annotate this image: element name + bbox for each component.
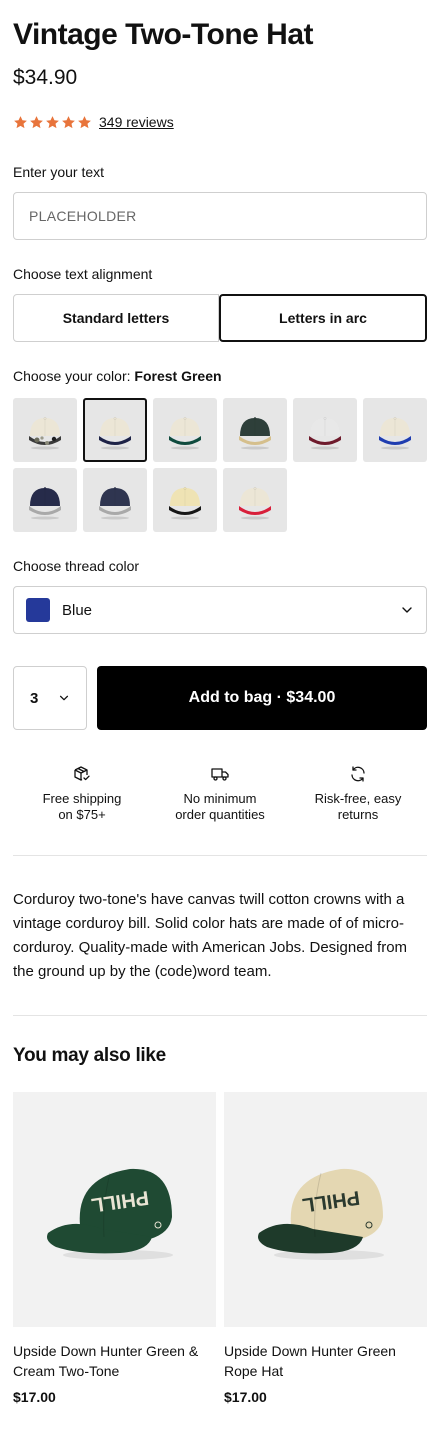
- product-price: $34.90: [13, 66, 78, 89]
- hat-icon: [239, 487, 271, 520]
- divider: [13, 855, 427, 856]
- color-swatch[interactable]: [83, 468, 147, 532]
- hat-icon: [169, 417, 201, 450]
- related-product-price: $17.00: [224, 1389, 267, 1405]
- product-title: Vintage Two-Tone Hat: [13, 18, 314, 51]
- related-product-name[interactable]: Upside Down Hunter Green Rope Hat: [224, 1341, 427, 1381]
- selected-color-name: Forest Green: [134, 368, 222, 384]
- hat-icon: [29, 417, 61, 450]
- hat-image: PHILL: [257, 1168, 384, 1260]
- color-swatch[interactable]: [153, 398, 217, 462]
- perk-text: Free shipping on $75+: [42, 791, 122, 822]
- related-product-name[interactable]: Upside Down Hunter Green & Cream Two-Ton…: [13, 1341, 216, 1381]
- quantity-value: 3: [30, 689, 39, 707]
- related-product-card[interactable]: PHILL Upside Down Hunter Green Rope Hat …: [224, 1092, 427, 1405]
- chevron-down-icon: [59, 695, 69, 701]
- hat-icon: [29, 487, 61, 520]
- text-field-label: Enter your text: [13, 164, 105, 180]
- thread-label: Choose thread color: [13, 558, 140, 574]
- letters-in-arc-button[interactable]: Letters in arc: [219, 294, 427, 342]
- perk-no-minimum: No minimum order quantities: [151, 764, 289, 823]
- thread-color-select[interactable]: Blue: [13, 586, 427, 634]
- color-swatch[interactable]: [83, 398, 147, 462]
- hat-icon: [99, 487, 131, 520]
- star-icon: [14, 115, 27, 128]
- color-swatches: [13, 398, 427, 532]
- color-swatch[interactable]: [363, 398, 427, 462]
- related-product-image[interactable]: PHILL: [13, 1092, 216, 1327]
- thread-color-value: Blue: [62, 601, 93, 619]
- hat-icon: [99, 417, 131, 450]
- star-icon: [62, 115, 75, 128]
- hat-icon: [239, 417, 271, 450]
- related-product-price: $17.00: [13, 1389, 56, 1405]
- add-to-bag-button[interactable]: Add to bag · $34.00: [97, 666, 427, 730]
- hat-icon: [169, 487, 201, 520]
- color-swatch[interactable]: [223, 468, 287, 532]
- alignment-label: Choose text alignment: [13, 266, 153, 282]
- refresh-icon: [351, 766, 365, 782]
- related-heading: You may also like: [13, 1045, 166, 1066]
- color-swatch[interactable]: [13, 468, 77, 532]
- color-swatch[interactable]: [293, 398, 357, 462]
- hat-image: PHILL: [46, 1168, 173, 1260]
- perk-free-shipping: Free shipping on $75+: [13, 764, 151, 823]
- rating: 349 reviews: [13, 112, 174, 132]
- color-label-text: Choose your color:: [13, 368, 131, 384]
- reviews-link[interactable]: 349 reviews: [99, 114, 174, 130]
- alignment-toggle: Standard letters Letters in arc: [13, 294, 427, 342]
- chevron-down-icon: [402, 607, 412, 613]
- perk-text: No minimum order quantities: [175, 791, 265, 822]
- color-swatch[interactable]: [153, 468, 217, 532]
- star-icon: [30, 115, 43, 128]
- perk-returns: Risk-free, easy returns: [289, 764, 427, 823]
- hat-icon: [309, 417, 341, 450]
- color-swatch[interactable]: [223, 398, 287, 462]
- divider: [13, 1015, 427, 1016]
- thread-color-chip: [26, 598, 50, 622]
- perk-text: Risk-free, easy returns: [314, 791, 402, 822]
- product-description: Corduroy two-tone's have canvas twill co…: [13, 891, 408, 980]
- hat-icon: [379, 417, 411, 450]
- package-check-icon: [74, 766, 90, 781]
- star-rating: [13, 115, 92, 130]
- star-icon: [46, 115, 59, 128]
- standard-letters-button[interactable]: Standard letters: [13, 294, 219, 342]
- related-product-image[interactable]: PHILL: [224, 1092, 427, 1327]
- quantity-select[interactable]: 3: [13, 666, 87, 730]
- truck-icon: [211, 768, 229, 781]
- perks: Free shipping on $75+ No minimum order q…: [13, 764, 427, 823]
- color-label: Choose your color: Forest Green: [13, 368, 222, 384]
- color-swatch[interactable]: [13, 398, 77, 462]
- star-icon: [78, 115, 91, 128]
- custom-text-input[interactable]: [13, 192, 427, 240]
- related-product-card[interactable]: PHILL Upside Down Hunter Green & Cream T…: [13, 1092, 216, 1405]
